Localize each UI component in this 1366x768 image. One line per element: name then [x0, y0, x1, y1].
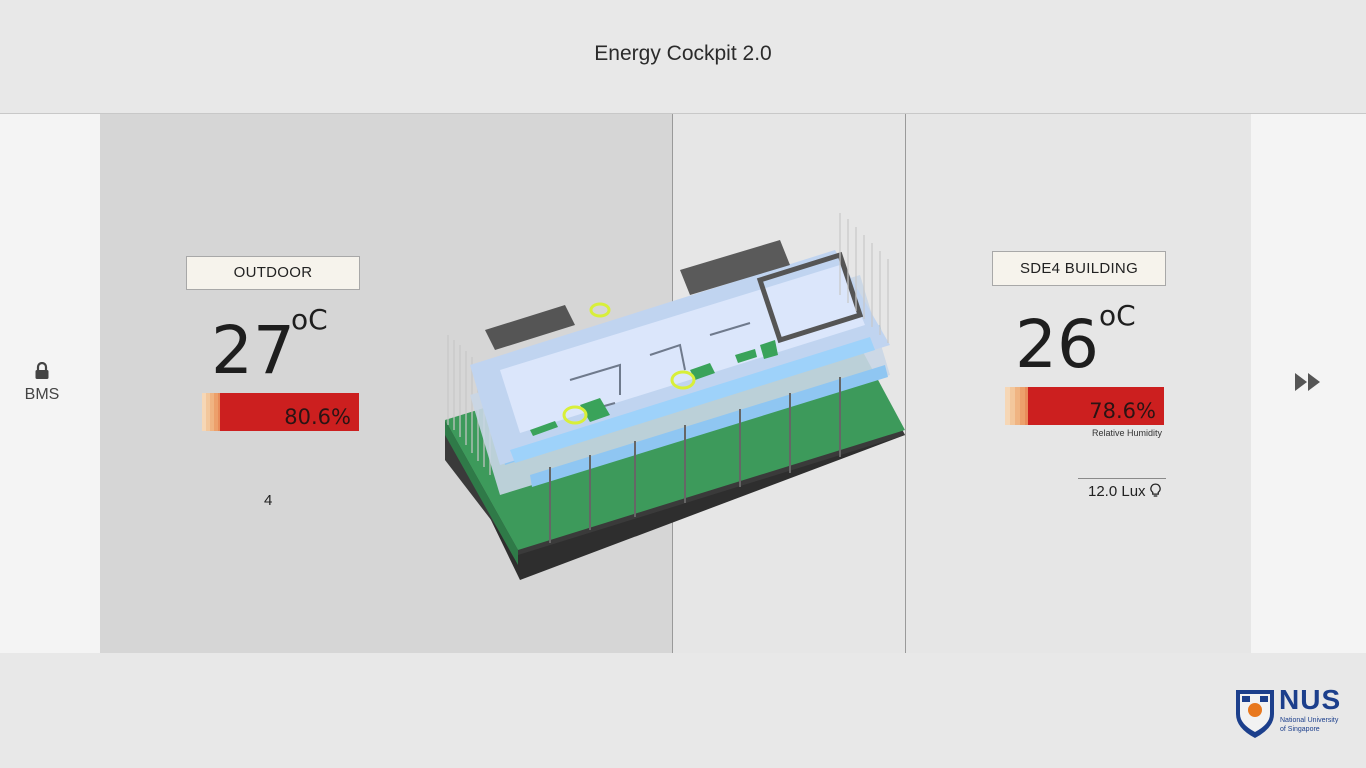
- lux-reading: 12.0 Lux: [1088, 483, 1161, 500]
- nus-wordmark: NUS: [1279, 684, 1342, 715]
- building-3d-model[interactable]: [440, 205, 915, 590]
- app-title: Energy Cockpit 2.0: [594, 42, 772, 65]
- building-temperature: 26: [1015, 306, 1099, 383]
- relative-humidity-caption: Relative Humidity: [1092, 428, 1163, 438]
- nus-logo: NUS National University of Singapore: [1233, 684, 1351, 742]
- lux-value: 12.0 Lux: [1088, 483, 1146, 500]
- building-humidity-value: 78.6%: [1089, 399, 1156, 423]
- building-temperature-unit: oC: [1099, 299, 1136, 332]
- building-panel: [906, 114, 1251, 653]
- lock-icon: [35, 362, 49, 379]
- nus-tagline-1: National University: [1280, 717, 1339, 724]
- app-header: Energy Cockpit 2.0: [0, 0, 1366, 114]
- building-humidity-bar: 78.6%: [1028, 387, 1164, 425]
- outdoor-extra-value: 4: [264, 492, 273, 509]
- nus-tagline-2: of Singapore: [1280, 726, 1320, 733]
- fast-forward-icon[interactable]: [1293, 370, 1323, 394]
- building-label: SDE4 BUILDING: [992, 251, 1166, 286]
- building-humidity-gradient: [1005, 387, 1028, 425]
- lightbulb-icon: [1150, 483, 1161, 497]
- next-nav[interactable]: [1251, 114, 1366, 653]
- outdoor-humidity-bar: 80.6%: [220, 393, 359, 431]
- outdoor-temperature-unit: oC: [291, 303, 328, 336]
- outdoor-humidity-value: 80.6%: [284, 405, 351, 429]
- outdoor-humidity-gradient: [202, 393, 220, 431]
- lux-divider: [1078, 478, 1166, 479]
- bms-nav[interactable]: BMS: [0, 114, 100, 653]
- bms-label: BMS: [24, 386, 60, 403]
- outdoor-temperature: 27: [211, 312, 295, 389]
- outdoor-label: OUTDOOR: [186, 256, 360, 290]
